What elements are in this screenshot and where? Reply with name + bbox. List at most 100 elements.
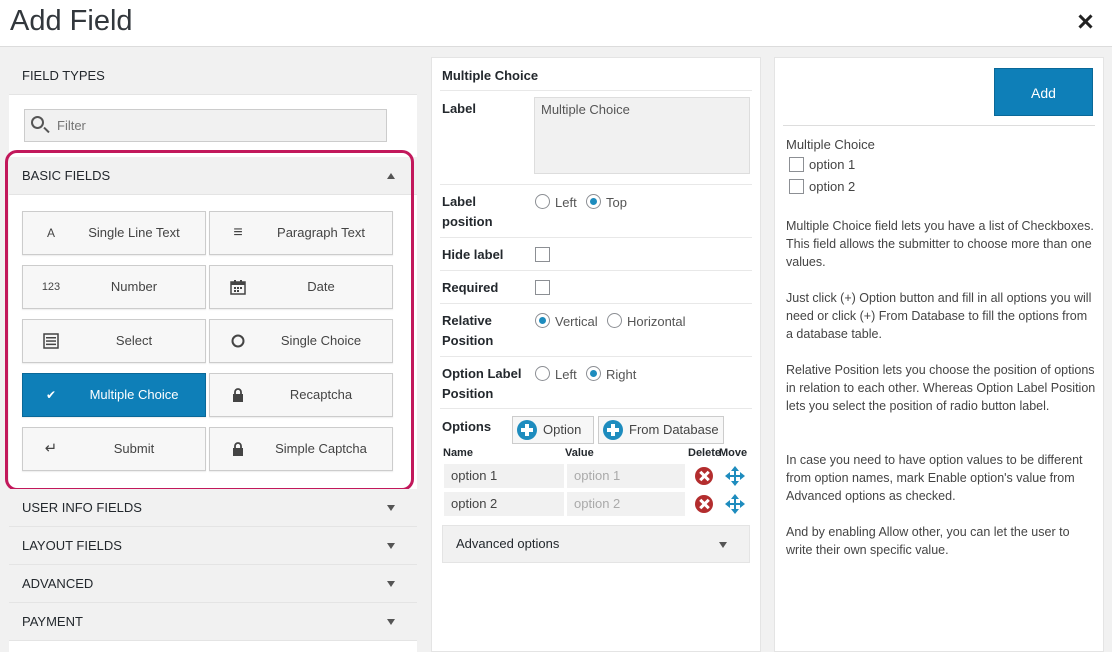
radio-label: Horizontal <box>627 314 686 329</box>
divider <box>440 237 752 238</box>
basic-fields-label: BASIC FIELDS <box>22 168 111 183</box>
chevron-down-icon <box>387 543 395 549</box>
category-advanced[interactable]: ADVANCED <box>9 565 417 603</box>
hide-label-label: Hide label <box>442 247 504 262</box>
option-label-right-radio[interactable] <box>586 366 601 381</box>
option-value-input[interactable]: option 2 <box>567 492 685 516</box>
label-line: Label <box>442 194 476 209</box>
required-label: Required <box>442 280 499 295</box>
preview-checkbox[interactable] <box>789 157 804 172</box>
from-database-button[interactable]: From Database <box>598 416 724 444</box>
label-position-left-radio[interactable] <box>535 194 550 209</box>
field-simple-captcha-button[interactable]: Simple Captcha <box>209 427 393 471</box>
field-paragraph-text-button[interactable]: ≡ Paragraph Text <box>209 211 393 255</box>
close-icon[interactable] <box>1073 9 1099 35</box>
field-single-choice-button[interactable]: Single Choice <box>209 319 393 363</box>
label-line: Position <box>442 386 494 401</box>
preview-title: Multiple Choice <box>786 137 875 152</box>
chevron-down-icon <box>387 619 395 625</box>
help-paragraph: Relative Position lets you choose the po… <box>786 363 1096 413</box>
plus-icon <box>517 420 537 440</box>
field-label: Select <box>115 333 153 348</box>
list-icon <box>43 333 59 349</box>
label-line: position <box>442 214 493 229</box>
label-textarea[interactable]: Multiple Choice <box>534 97 750 174</box>
advanced-options-toggle[interactable]: Advanced options <box>442 525 750 563</box>
lock-icon <box>233 442 243 456</box>
hide-label-checkbox[interactable] <box>535 247 550 262</box>
return-icon: ↵ <box>44 440 58 457</box>
field-submit-button[interactable]: ↵ Submit <box>22 427 206 471</box>
option-name-input[interactable]: option 1 <box>444 464 564 488</box>
move-icon[interactable] <box>725 466 745 486</box>
preview-panel: Add Multiple Choice option 1 option 2 Mu… <box>774 57 1104 652</box>
option-label-left-radio[interactable] <box>535 366 550 381</box>
radio-label: Top <box>606 195 627 210</box>
label-position-label: Label position <box>442 192 493 232</box>
category-layout-fields[interactable]: LAYOUT FIELDS <box>9 527 417 565</box>
field-recaptcha-button[interactable]: Recaptcha <box>209 373 393 417</box>
field-number-button[interactable]: 123 Number <box>22 265 206 309</box>
category-label: LAYOUT FIELDS <box>22 538 122 553</box>
option-value-input[interactable]: option 1 <box>567 464 685 488</box>
divider <box>440 356 752 357</box>
divider <box>440 270 752 271</box>
filter-box <box>24 109 387 142</box>
divider <box>440 184 752 185</box>
category-user-info-fields[interactable]: USER INFO FIELDS <box>9 489 417 527</box>
move-icon[interactable] <box>725 494 745 514</box>
chevron-down-icon <box>719 542 727 548</box>
relative-position-vertical-radio[interactable] <box>535 313 550 328</box>
category-label: PAYMENT <box>22 614 83 629</box>
category-label: ADVANCED <box>22 576 94 591</box>
add-option-button[interactable]: Option <box>512 416 594 444</box>
delete-icon[interactable] <box>695 467 713 485</box>
field-label: Simple Captcha <box>275 441 367 456</box>
field-settings-panel: Multiple Choice Label Multiple Choice La… <box>431 57 761 652</box>
radio-circle-icon <box>231 334 245 348</box>
category-payment[interactable]: PAYMENT <box>9 603 417 641</box>
label-field-label: Label <box>442 101 476 116</box>
help-paragraph: In case you need to have option values t… <box>786 453 1083 503</box>
advanced-label: Advanced options <box>456 536 560 551</box>
preview-checkbox[interactable] <box>789 179 804 194</box>
filter-input[interactable] <box>55 110 375 141</box>
field-label: Single Choice <box>280 333 362 348</box>
help-paragraph: Just click (+) Option button and fill in… <box>786 291 1092 341</box>
field-multiple-choice-button[interactable]: ✔ Multiple Choice <box>22 373 206 417</box>
chevron-up-icon <box>387 173 395 179</box>
delete-icon[interactable] <box>695 495 713 513</box>
field-types-panel: FIELD TYPES BASIC FIELDS A Single Line T… <box>5 57 417 652</box>
label-position-top-radio[interactable] <box>586 194 601 209</box>
category-label: USER INFO FIELDS <box>22 500 142 515</box>
option-name-input[interactable]: option 2 <box>444 492 564 516</box>
help-paragraph: And by enabling Allow other, you can let… <box>786 525 1070 557</box>
basic-fields-header[interactable]: BASIC FIELDS <box>9 157 417 195</box>
preview-option-label: option 1 <box>809 157 856 172</box>
radio-label: Left <box>555 195 577 210</box>
field-single-line-text-button[interactable]: A Single Line Text <box>22 211 206 255</box>
options-label: Options <box>442 419 492 434</box>
divider <box>440 90 752 91</box>
col-move: Move <box>719 447 748 459</box>
field-label: Multiple Choice <box>89 387 179 402</box>
number-icon: 123 <box>41 281 61 293</box>
field-select-button[interactable]: Select <box>22 319 206 363</box>
button-label: Option <box>543 422 582 437</box>
radio-label: Vertical <box>555 314 598 329</box>
field-date-button[interactable]: Date <box>209 265 393 309</box>
preview-option-label: option 2 <box>809 179 856 194</box>
relative-position-horizontal-radio[interactable] <box>607 313 622 328</box>
radio-label: Right <box>606 367 637 382</box>
field-label: Number <box>110 279 158 294</box>
label-line: Relative <box>442 313 492 328</box>
add-button[interactable]: Add <box>994 68 1093 116</box>
chevron-down-icon <box>387 505 395 511</box>
required-checkbox[interactable] <box>535 280 550 295</box>
field-label: Single Line Text <box>88 225 180 240</box>
label-line: Position <box>442 333 494 348</box>
lock-icon <box>233 388 243 402</box>
field-label: Submit <box>113 441 155 456</box>
divider <box>440 408 752 409</box>
field-label: Paragraph Text <box>277 225 365 240</box>
